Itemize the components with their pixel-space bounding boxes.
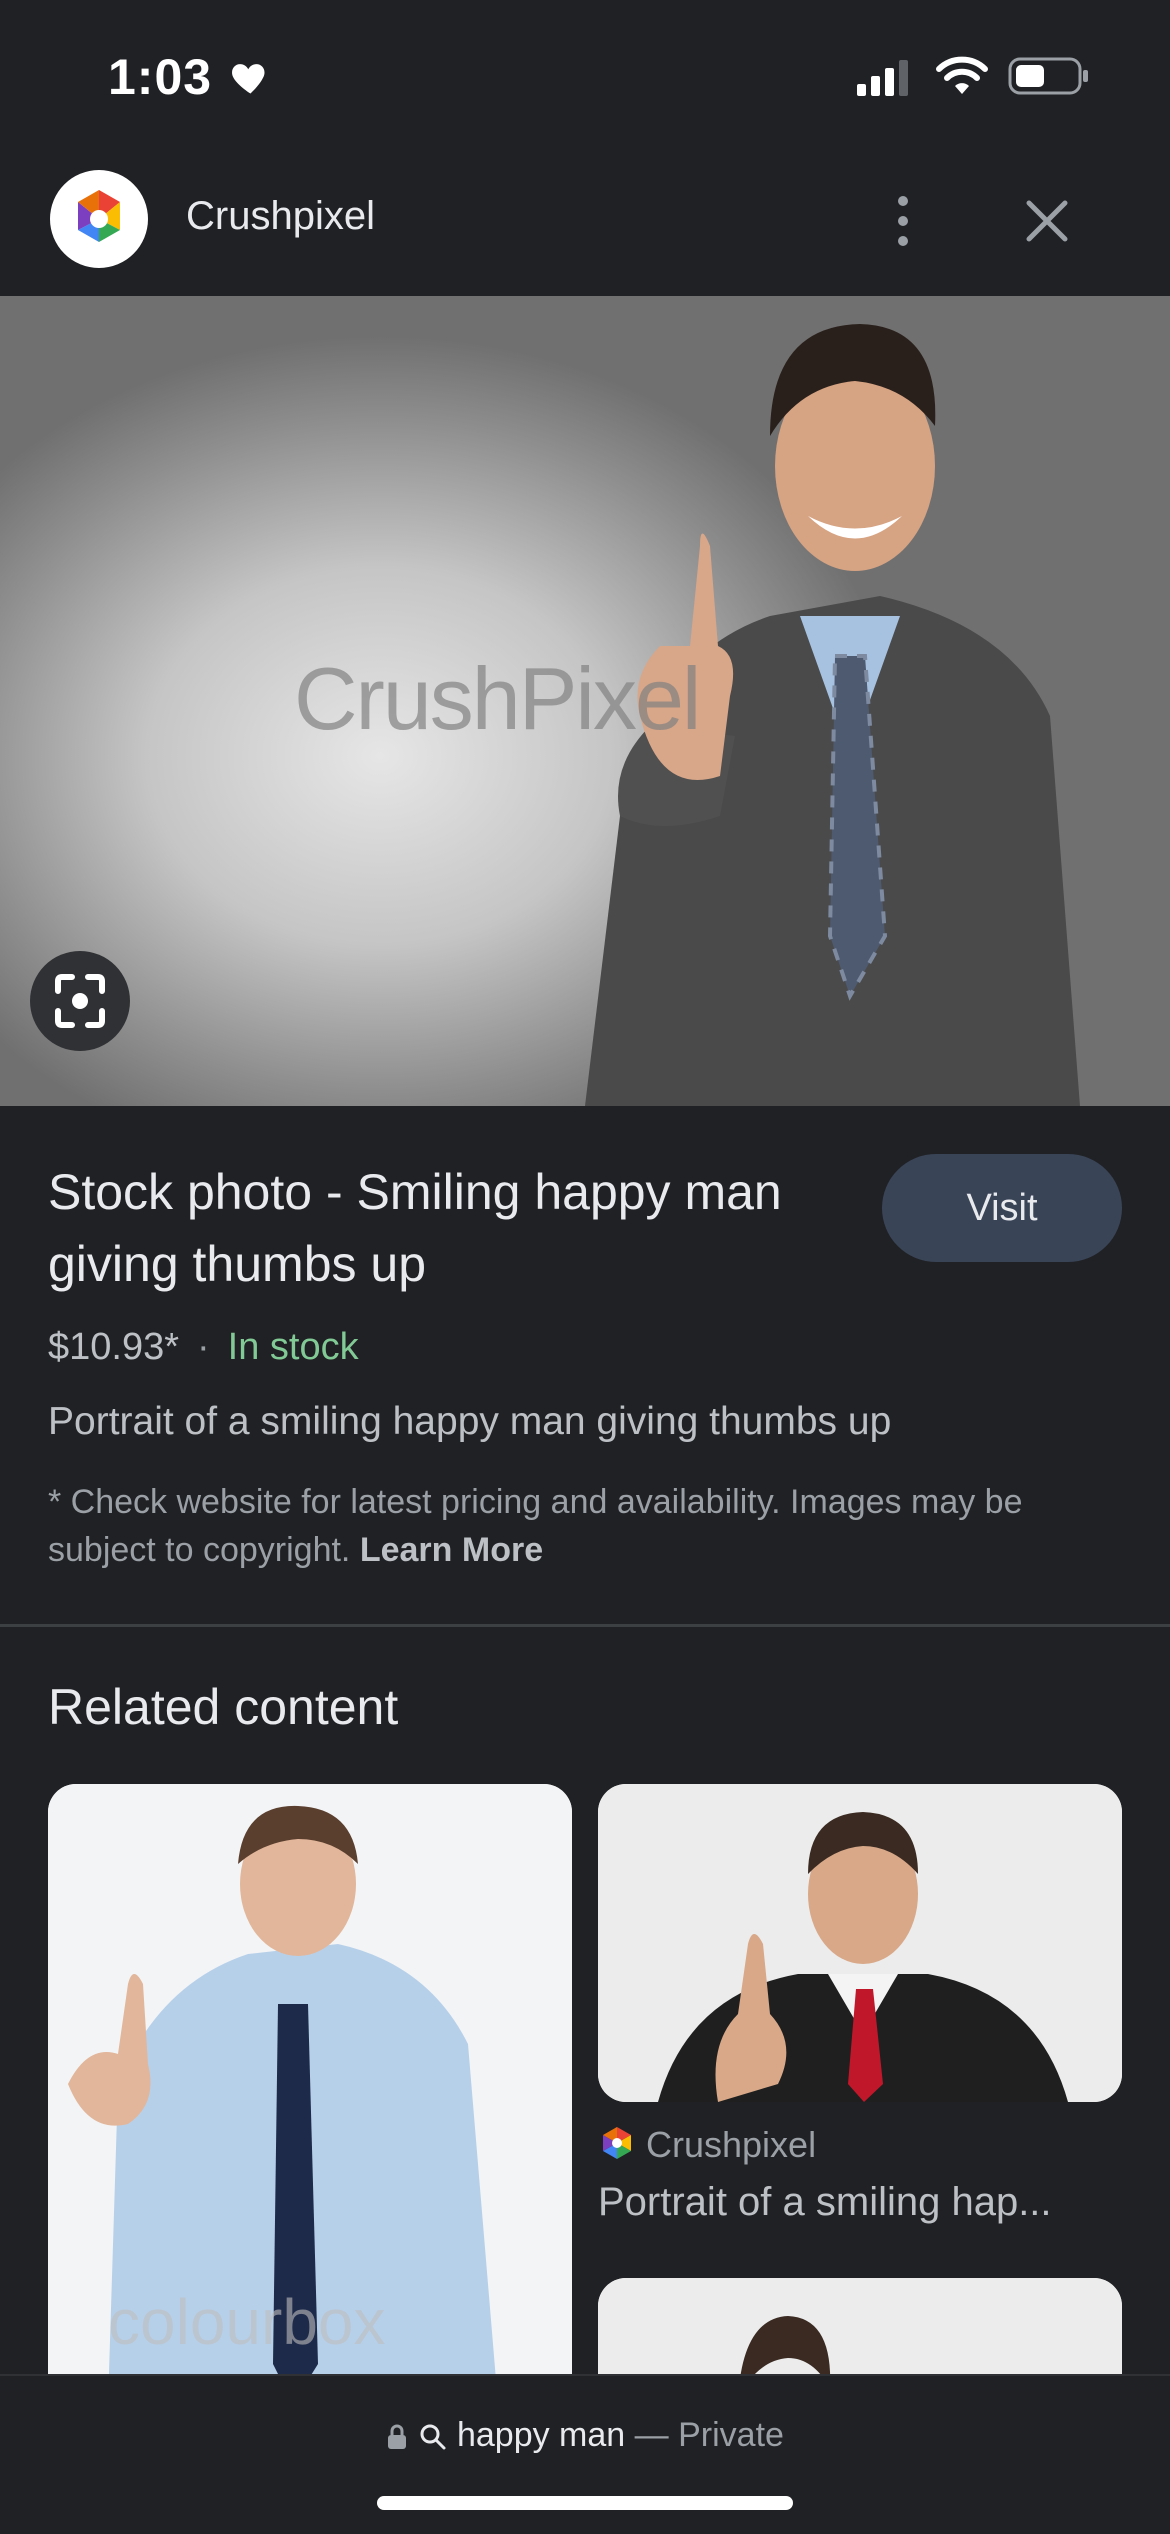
product-description: Portrait of a smiling happy man giving t… <box>48 1400 892 1443</box>
wifi-icon <box>936 56 988 94</box>
bottom-address-bar[interactable]: happy man — Private <box>0 2374 1170 2534</box>
more-vertical-icon[interactable] <box>870 188 936 254</box>
related-card-2-title[interactable]: Portrait of a smiling hap... <box>598 2180 1052 2225</box>
visit-button[interactable]: Visit <box>882 1154 1122 1262</box>
man-blue-shirt-thumbs-up-image: colourbox <box>48 1784 572 2404</box>
learn-more-link[interactable]: Learn More <box>360 1531 543 1569</box>
product-title: Stock photo - Smiling happy man giving t… <box>48 1164 782 1292</box>
related-card-1-watermark: colourbox <box>108 2286 386 2358</box>
site-logo[interactable] <box>50 170 148 268</box>
status-time: 1:03 <box>108 49 213 105</box>
lens-button[interactable] <box>30 951 130 1051</box>
price-separator: · <box>197 1326 210 1368</box>
price: $10.93* <box>48 1326 180 1368</box>
status-bar: 1:03 <box>0 0 1170 150</box>
private-separator: — <box>634 2416 669 2454</box>
search-icon <box>420 2424 446 2450</box>
heart-icon <box>232 64 265 94</box>
price-row: $10.93* · In stock <box>48 1326 359 1369</box>
hero-watermark: CrushPixel <box>294 649 701 748</box>
lock-icon <box>388 2424 407 2450</box>
site-name[interactable]: Crushpixel <box>186 194 375 239</box>
viewer-header: Crushpixel <box>0 150 1170 296</box>
disclaimer: * Check website for latest pricing and a… <box>48 1478 1128 1574</box>
private-mode-label: Private <box>678 2416 784 2454</box>
related-content-heading: Related content <box>48 1679 399 1735</box>
hero-image[interactable]: CrushPixel <box>0 296 1170 1106</box>
section-divider <box>0 1624 1170 1627</box>
search-query: happy man <box>456 2416 626 2454</box>
battery-icon <box>1008 57 1088 95</box>
lens-icon <box>55 974 105 1028</box>
man-black-suit-thumbs-up-image <box>598 1784 1122 2102</box>
related-card-2-source-name: Crushpixel <box>646 2124 817 2165</box>
product-info: Stock photo - Smiling happy man giving t… <box>0 1106 1170 1626</box>
cellular-signal-icon <box>857 60 908 96</box>
related-card-1[interactable]: colourbox <box>48 1784 572 2404</box>
close-icon[interactable] <box>1012 188 1082 254</box>
url-row[interactable]: happy man — Private <box>0 2416 1170 2455</box>
crushpixel-logo-icon <box>603 2127 631 2159</box>
crushpixel-logo-icon <box>78 190 120 242</box>
stock-status: In stock <box>227 1326 359 1368</box>
related-card-2[interactable] <box>598 1784 1122 2102</box>
home-indicator[interactable] <box>377 2496 793 2510</box>
